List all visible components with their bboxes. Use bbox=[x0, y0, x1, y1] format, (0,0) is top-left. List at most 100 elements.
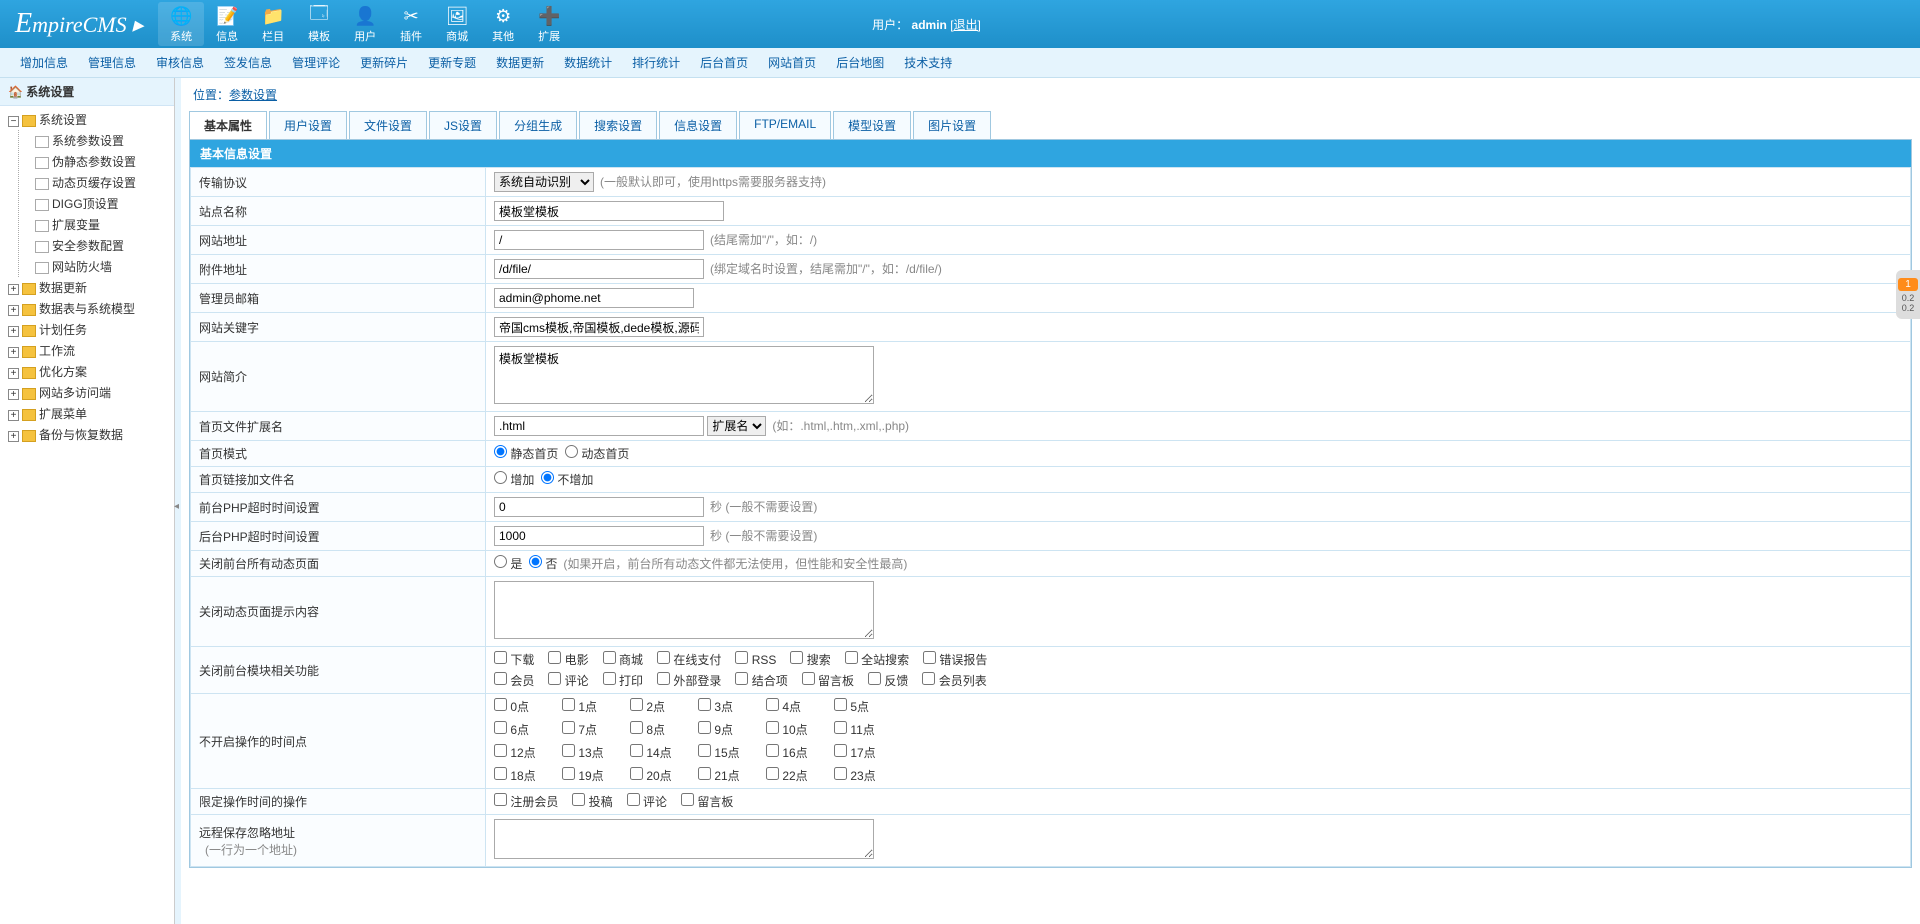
subnav-item[interactable]: 增加信息 bbox=[20, 56, 68, 70]
tree-item[interactable]: 动态页缓存设置 bbox=[23, 172, 174, 193]
timepoint[interactable]: 9点 bbox=[698, 721, 766, 738]
timepoint[interactable]: 13点 bbox=[562, 744, 630, 761]
tree-group[interactable]: +计划任务 bbox=[0, 319, 174, 340]
timepoint[interactable]: 12点 bbox=[494, 744, 562, 761]
chk-item[interactable]: 错误报告 bbox=[923, 651, 987, 668]
tree-group[interactable]: +优化方案 bbox=[0, 361, 174, 382]
tree-group[interactable]: +备份与恢复数据 bbox=[0, 424, 174, 445]
timepoint[interactable]: 22点 bbox=[766, 767, 834, 784]
addfile-no[interactable] bbox=[541, 471, 554, 484]
timepoint[interactable]: 8点 bbox=[630, 721, 698, 738]
closedyn-no[interactable] bbox=[529, 555, 542, 568]
tree-item[interactable]: 安全参数配置 bbox=[23, 235, 174, 256]
timepoint[interactable]: 4点 bbox=[766, 698, 834, 715]
tab-8[interactable]: 模型设置 bbox=[833, 111, 911, 139]
closetip-textarea[interactable] bbox=[494, 581, 874, 639]
chk-item[interactable]: 全站搜索 bbox=[845, 651, 909, 668]
chk-item[interactable]: 搜索 bbox=[790, 651, 830, 668]
timepoint[interactable]: 17点 bbox=[834, 744, 902, 761]
tab-4[interactable]: 分组生成 bbox=[499, 111, 577, 139]
tree-item[interactable]: 网站防火墙 bbox=[23, 256, 174, 277]
topnav-栏目[interactable]: 📁栏目 bbox=[250, 2, 296, 46]
timepoint[interactable]: 20点 bbox=[630, 767, 698, 784]
chk-item[interactable]: 评论 bbox=[627, 793, 667, 810]
timepoint[interactable]: 16点 bbox=[766, 744, 834, 761]
tree-group[interactable]: +网站多访问端 bbox=[0, 382, 174, 403]
subnav-item[interactable]: 数据更新 bbox=[496, 56, 544, 70]
tab-5[interactable]: 搜索设置 bbox=[579, 111, 657, 139]
fronttimeout-input[interactable] bbox=[494, 497, 704, 517]
timepoint[interactable]: 0点 bbox=[494, 698, 562, 715]
indexmode-static[interactable] bbox=[494, 445, 507, 458]
subnav-item[interactable]: 管理评论 bbox=[292, 56, 340, 70]
chk-item[interactable]: 评论 bbox=[548, 672, 588, 689]
keywords-input[interactable] bbox=[494, 317, 704, 337]
chk-item[interactable]: 投稿 bbox=[572, 793, 612, 810]
tab-2[interactable]: 文件设置 bbox=[349, 111, 427, 139]
protocol-select[interactable]: 系统自动识别 bbox=[494, 172, 594, 192]
timepoint[interactable]: 6点 bbox=[494, 721, 562, 738]
tree-item[interactable]: DIGG顶设置 bbox=[23, 193, 174, 214]
topnav-用户[interactable]: 👤用户 bbox=[342, 2, 388, 46]
closedyn-yes[interactable] bbox=[494, 555, 507, 568]
chk-item[interactable]: 下载 bbox=[494, 651, 534, 668]
backtimeout-input[interactable] bbox=[494, 526, 704, 546]
indexmode-dynamic[interactable] bbox=[565, 445, 578, 458]
topnav-扩展[interactable]: ➕扩展 bbox=[526, 2, 572, 46]
tab-3[interactable]: JS设置 bbox=[429, 111, 497, 139]
topnav-系统[interactable]: 🌐系统 bbox=[158, 2, 204, 46]
chk-item[interactable]: 电影 bbox=[548, 651, 588, 668]
tab-9[interactable]: 图片设置 bbox=[913, 111, 991, 139]
timepoint[interactable]: 7点 bbox=[562, 721, 630, 738]
topnav-插件[interactable]: ✂插件 bbox=[388, 2, 434, 46]
subnav-item[interactable]: 审核信息 bbox=[156, 56, 204, 70]
chk-item[interactable]: 留言板 bbox=[802, 672, 854, 689]
topnav-信息[interactable]: 📝信息 bbox=[204, 2, 250, 46]
subnav-item[interactable]: 后台首页 bbox=[700, 56, 748, 70]
chk-item[interactable]: 外部登录 bbox=[657, 672, 721, 689]
tree-item[interactable]: 伪静态参数设置 bbox=[23, 151, 174, 172]
subnav-item[interactable]: 更新碎片 bbox=[360, 56, 408, 70]
chk-item[interactable]: 结合项 bbox=[735, 672, 787, 689]
subnav-item[interactable]: 管理信息 bbox=[88, 56, 136, 70]
timepoint[interactable]: 10点 bbox=[766, 721, 834, 738]
logout-link[interactable]: [退出] bbox=[950, 18, 981, 32]
subnav-item[interactable]: 排行统计 bbox=[632, 56, 680, 70]
chk-item[interactable]: RSS bbox=[735, 651, 776, 668]
tab-6[interactable]: 信息设置 bbox=[659, 111, 737, 139]
tab-0[interactable]: 基本属性 bbox=[189, 111, 267, 139]
subnav-item[interactable]: 技术支持 bbox=[904, 56, 952, 70]
chk-item[interactable]: 会员 bbox=[494, 672, 534, 689]
splitter[interactable] bbox=[175, 78, 181, 924]
timepoint[interactable]: 15点 bbox=[698, 744, 766, 761]
timepoint[interactable]: 21点 bbox=[698, 767, 766, 784]
timepoint[interactable]: 3点 bbox=[698, 698, 766, 715]
topnav-模板[interactable]: 🗔模板 bbox=[296, 2, 342, 46]
timepoint[interactable]: 19点 bbox=[562, 767, 630, 784]
tab-1[interactable]: 用户设置 bbox=[269, 111, 347, 139]
subnav-item[interactable]: 后台地图 bbox=[836, 56, 884, 70]
timepoint[interactable]: 5点 bbox=[834, 698, 902, 715]
timepoint[interactable]: 1点 bbox=[562, 698, 630, 715]
email-input[interactable] bbox=[494, 288, 694, 308]
chk-item[interactable]: 在线支付 bbox=[657, 651, 721, 668]
tree-group[interactable]: +数据表与系统模型 bbox=[0, 298, 174, 319]
tree-item[interactable]: 系统参数设置 bbox=[23, 130, 174, 151]
tree-group[interactable]: +数据更新 bbox=[0, 277, 174, 298]
topnav-商城[interactable]: 🖼商城 bbox=[434, 2, 480, 46]
chk-item[interactable]: 会员列表 bbox=[922, 672, 986, 689]
indexext-select[interactable]: 扩展名 bbox=[707, 416, 766, 436]
intro-textarea[interactable]: 模板堂模板 bbox=[494, 346, 874, 404]
chk-item[interactable]: 留言板 bbox=[681, 793, 733, 810]
topnav-其他[interactable]: ⚙其他 bbox=[480, 2, 526, 46]
timepoint[interactable]: 14点 bbox=[630, 744, 698, 761]
tree-item[interactable]: 扩展变量 bbox=[23, 214, 174, 235]
timepoint[interactable]: 18点 bbox=[494, 767, 562, 784]
subnav-item[interactable]: 更新专题 bbox=[428, 56, 476, 70]
tree-group[interactable]: −系统设置 bbox=[0, 109, 174, 130]
remoteignore-textarea[interactable] bbox=[494, 819, 874, 859]
tab-7[interactable]: FTP/EMAIL bbox=[739, 111, 831, 139]
timepoint[interactable]: 23点 bbox=[834, 767, 902, 784]
indexext-input[interactable] bbox=[494, 416, 704, 436]
chk-item[interactable]: 商城 bbox=[603, 651, 643, 668]
